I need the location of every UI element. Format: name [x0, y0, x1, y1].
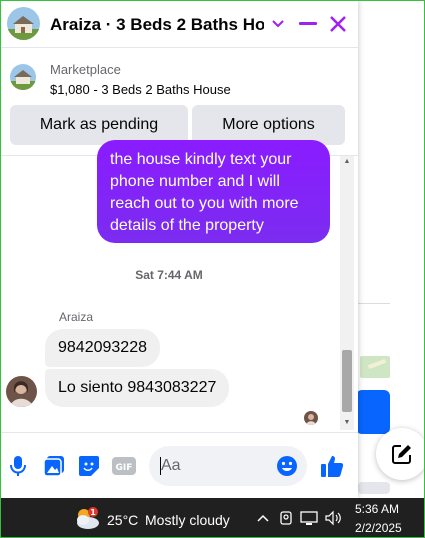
incoming-message[interactable]: 9842093228	[45, 329, 160, 367]
microphone-icon[interactable]	[6, 454, 30, 478]
listing-thumbnail	[10, 64, 36, 90]
chevron-up-icon[interactable]	[254, 509, 272, 527]
scroll-down-icon[interactable]: ▼	[341, 418, 353, 428]
more-options-button[interactable]: More options	[192, 105, 345, 145]
background-map-thumbnail	[360, 356, 390, 378]
marketplace-label: Marketplace	[50, 62, 121, 77]
weather-temperature[interactable]: 25°C	[107, 512, 138, 528]
camera-icon[interactable]	[277, 509, 295, 527]
listing-title[interactable]: $1,080 - 3 Beds 2 Baths House	[50, 82, 231, 97]
avatar[interactable]	[7, 7, 40, 40]
message-text-field[interactable]	[161, 446, 271, 486]
message-input[interactable]	[149, 446, 307, 486]
background-grey-button[interactable]	[358, 482, 390, 494]
scroll-up-icon[interactable]: ▲	[341, 157, 353, 167]
minimize-icon[interactable]	[296, 12, 320, 36]
background-divider	[358, 303, 390, 304]
svg-text:1: 1	[90, 508, 96, 517]
incoming-message[interactable]: Lo siento 9843083227	[45, 369, 230, 407]
message-composer: GIF	[0, 432, 358, 498]
outgoing-message[interactable]: the house kindly text your phone number …	[97, 140, 330, 243]
new-message-button[interactable]	[376, 428, 425, 480]
message-timestamp: Sat 7:44 AM	[135, 268, 203, 282]
gif-icon[interactable]: GIF	[112, 454, 136, 478]
chevron-down-icon[interactable]	[266, 12, 290, 36]
close-icon[interactable]	[326, 12, 350, 36]
chat-header: Araiza · 3 Beds 2 Baths Ho...	[0, 0, 358, 48]
clock-time[interactable]: 5:36 AM	[355, 502, 399, 516]
mark-as-pending-button[interactable]: Mark as pending	[10, 105, 188, 145]
scrollbar-thumb[interactable]	[342, 350, 352, 412]
thumbs-up-icon[interactable]	[320, 454, 344, 478]
sender-name: Araiza	[59, 310, 94, 324]
chat-title[interactable]: Araiza · 3 Beds 2 Baths Ho...	[50, 15, 264, 35]
avatar[interactable]	[6, 376, 37, 407]
emoji-icon[interactable]	[275, 454, 299, 478]
volume-icon[interactable]	[324, 509, 342, 527]
sticker-icon[interactable]	[77, 454, 101, 478]
svg-text:GIF: GIF	[116, 463, 133, 473]
house-thumbnail	[7, 7, 40, 40]
seen-receipt-avatar	[304, 411, 318, 425]
network-icon[interactable]	[300, 509, 318, 527]
weather-cloud-icon[interactable]: 1	[73, 506, 101, 530]
clock-date[interactable]: 2/2/2025	[355, 521, 402, 535]
chat-window: Araiza · 3 Beds 2 Baths Ho... Marketplac…	[0, 0, 358, 498]
weather-condition[interactable]: Mostly cloudy	[145, 512, 230, 528]
marketplace-listing[interactable]: Marketplace $1,080 - 3 Beds 2 Baths Hous…	[0, 56, 358, 100]
compose-icon	[392, 445, 411, 464]
background-blue-button[interactable]	[356, 390, 390, 434]
photo-icon[interactable]	[42, 454, 66, 478]
outgoing-message-text: the house kindly text your phone number …	[110, 151, 299, 234]
